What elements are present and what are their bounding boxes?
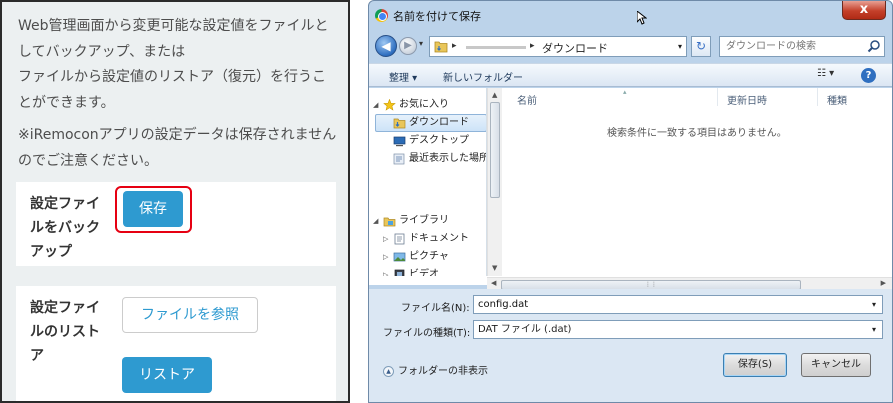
- hide-folders-toggle[interactable]: ▲ フォルダーの非表示: [383, 362, 488, 377]
- blurred-path-segment: [466, 46, 526, 49]
- tree-item-documents[interactable]: ▷ ドキュメント: [369, 230, 486, 248]
- filetype-value: DAT ファイル (.dat): [478, 324, 572, 335]
- save-button[interactable]: 保存: [123, 191, 183, 227]
- library-icon: [383, 217, 396, 227]
- help-icon[interactable]: ?: [861, 68, 876, 83]
- navigation-bar: ◀ ▶ ▾ ▸ ▸ ダウンロード ▾ ↻: [369, 31, 892, 61]
- backup-label: 設定ファイ ルをバック アップ: [30, 196, 100, 260]
- tree-item-favorites[interactable]: ◢ お気に入り: [369, 96, 486, 114]
- dialog-save-button[interactable]: 保存(S): [723, 353, 787, 377]
- recent-pages-dropdown[interactable]: ▾: [419, 39, 423, 48]
- address-bar[interactable]: ▸ ▸ ダウンロード ▾: [429, 36, 687, 57]
- notice-text: ※iRemoconアプリの設定データは保存されませんのでご注意ください。: [18, 127, 337, 169]
- dialog-cancel-button[interactable]: キャンセル: [801, 353, 871, 377]
- tree-item-downloads[interactable]: ダウンロード: [369, 114, 486, 132]
- filetype-select[interactable]: DAT ファイル (.dat): [473, 320, 883, 339]
- column-separator[interactable]: [717, 88, 718, 106]
- dialog-titlebar[interactable]: 名前を付けて保存 x: [369, 1, 892, 29]
- search-icon: [867, 40, 880, 53]
- restore-section: 設定ファイ ルのリスト ア ファイルを参照 リストア: [16, 286, 336, 401]
- views-menu-icon[interactable]: ☷ ▾: [817, 68, 834, 79]
- tree-item-label: ピクチャ: [409, 251, 449, 262]
- expand-arrow-icon[interactable]: ▷: [383, 266, 388, 276]
- documents-icon: [394, 233, 405, 245]
- address-current-folder[interactable]: ダウンロード: [542, 40, 608, 56]
- tree-item-label: お気に入り: [399, 99, 449, 110]
- address-separator[interactable]: ▸: [530, 41, 535, 51]
- desktop-icon: [393, 136, 406, 147]
- address-dropdown[interactable]: ▾: [678, 42, 682, 51]
- nav-pane-scrollbar[interactable]: ▲ ▼: [487, 88, 502, 276]
- restore-button[interactable]: リストア: [122, 357, 212, 393]
- column-header-name[interactable]: 名前: [517, 92, 537, 107]
- tree-item-desktop[interactable]: デスクトップ: [369, 132, 486, 150]
- tree-item-label: ビデオ: [409, 269, 439, 276]
- tree-item-recent-places[interactable]: 最近表示した場所: [369, 150, 487, 168]
- back-button[interactable]: ◀: [375, 35, 397, 57]
- save-form: ファイル名(N): ▾ ファイルの種類(T): DAT ファイル (.dat) …: [369, 289, 892, 402]
- tree-item-label: デスクトップ: [409, 135, 469, 146]
- restore-label: 設定ファイ ルのリスト ア: [30, 300, 100, 364]
- settings-backup-panel: Web管理画面から変更可能な設定値をファイルとしてバックアップ、または ファイル…: [0, 0, 350, 403]
- file-list[interactable]: 名前 ▴ 更新日時 種類 検索条件に一致する項目はありません。: [503, 88, 892, 276]
- empty-message: 検索条件に一致する項目はありません。: [607, 128, 787, 139]
- description-text: Web管理画面から変更可能な設定値をファイルとしてバックアップ、または ファイル…: [18, 18, 329, 111]
- sort-indicator-icon: ▴: [623, 88, 627, 96]
- forward-button[interactable]: ▶: [399, 37, 417, 55]
- search-box[interactable]: [719, 36, 885, 57]
- scroll-down-arrow-icon[interactable]: ▼: [492, 264, 497, 272]
- organize-menu[interactable]: 整理 ▾: [389, 69, 417, 84]
- collapse-arrow-icon[interactable]: ◢: [373, 212, 378, 230]
- downloads-folder-icon: [393, 118, 406, 129]
- column-separator[interactable]: [817, 88, 818, 106]
- scroll-up-arrow-icon[interactable]: ▲: [492, 91, 497, 99]
- tree-item-videos[interactable]: ▷ ビデオ: [369, 266, 486, 276]
- filename-label: ファイル名(N):: [401, 303, 470, 314]
- filename-dropdown-icon[interactable]: ▾: [872, 300, 876, 309]
- scroll-left-arrow-icon[interactable]: ◀: [491, 279, 496, 287]
- scrollbar-thumb[interactable]: [490, 102, 500, 198]
- videos-icon: [394, 269, 405, 276]
- close-button[interactable]: x: [842, 1, 886, 20]
- refresh-button[interactable]: ↻: [691, 36, 711, 57]
- chrome-icon: [375, 9, 388, 22]
- filetype-label: ファイルの種類(T):: [383, 328, 471, 339]
- description: Web管理画面から変更可能な設定値をファイルとしてバックアップ、または ファイル…: [18, 14, 338, 174]
- collapse-up-icon: ▲: [383, 365, 394, 377]
- recent-places-icon: [393, 153, 405, 165]
- command-bar: 整理 ▾ 新しいフォルダー ☷ ▾ ?: [369, 63, 892, 87]
- tree-item-label: ダウンロード: [409, 117, 469, 128]
- backup-section: 設定ファイ ルをバック アップ 保存: [16, 182, 336, 266]
- tree-item-libraries[interactable]: ◢ ライブラリ: [369, 212, 486, 230]
- star-icon: [383, 99, 396, 111]
- filename-input[interactable]: [473, 295, 883, 314]
- browse-file-button[interactable]: ファイルを参照: [122, 297, 258, 333]
- browser-area: ◢ お気に入り ダウンロード デスクトップ 最近表示した場所 ◢ ライブラリ ▷…: [369, 88, 892, 291]
- tree-item-label: ライブラリ: [399, 215, 449, 226]
- collapse-arrow-icon[interactable]: ◢: [373, 96, 378, 114]
- pictures-icon: [393, 252, 406, 262]
- hide-folders-label: フォルダーの非表示: [398, 366, 488, 377]
- folder-icon: [434, 41, 448, 53]
- save-as-dialog: 名前を付けて保存 x ◀ ▶ ▾ ▸ ▸ ダウンロード ▾ ↻ ダウンロードの検…: [368, 0, 893, 403]
- search-input[interactable]: [720, 37, 860, 56]
- tree-item-label: ドキュメント: [409, 233, 469, 244]
- dialog-title: 名前を付けて保存: [393, 10, 481, 23]
- navigation-pane: ◢ お気に入り ダウンロード デスクトップ 最近表示した場所 ◢ ライブラリ ▷…: [369, 88, 487, 276]
- scroll-right-arrow-icon[interactable]: ▶: [881, 279, 886, 287]
- mouse-cursor-icon: [637, 11, 647, 25]
- column-header-type[interactable]: 種類: [827, 92, 847, 107]
- expand-arrow-icon[interactable]: ▷: [383, 230, 388, 248]
- filetype-dropdown-icon[interactable]: ▾: [872, 325, 876, 334]
- address-separator[interactable]: ▸: [452, 41, 457, 51]
- tree-item-label: 最近表示した場所: [409, 153, 487, 164]
- tree-item-pictures[interactable]: ▷ ピクチャ: [369, 248, 486, 266]
- expand-arrow-icon[interactable]: ▷: [383, 248, 388, 266]
- new-folder-button[interactable]: 新しいフォルダー: [443, 69, 523, 84]
- column-header-modified[interactable]: 更新日時: [727, 92, 767, 107]
